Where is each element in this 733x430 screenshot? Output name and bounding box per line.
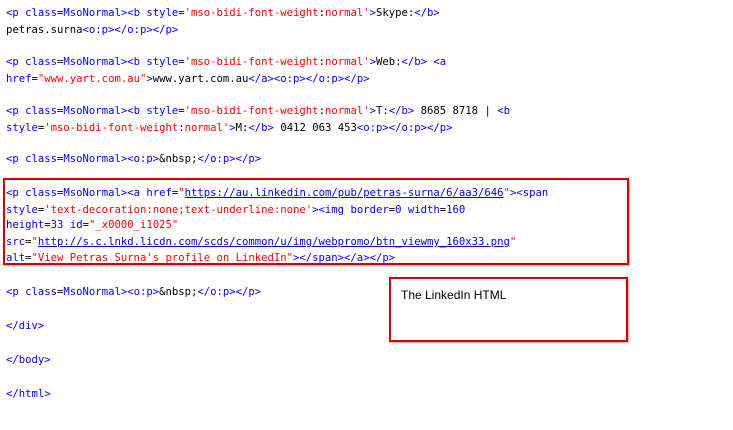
code-token: "www.yart.com.au" — [37, 73, 147, 85]
code-line: </html> — [6, 387, 51, 401]
code-token: M: — [235, 122, 249, 134]
code-token: style — [146, 105, 179, 117]
code-token: </o:p></p> — [197, 286, 262, 298]
code-line: <p class=MsoNormal><o:p>&nbsp;</o:p></p> — [6, 152, 261, 166]
code-token: MsoNormal — [63, 7, 121, 19]
code-line: href="www.yart.com.au">www.yart.com.au</… — [6, 72, 370, 86]
code-token: <b — [497, 105, 510, 117]
code-token: 'mso-bidi-font-weight — [44, 122, 179, 134]
code-token: normal' — [324, 7, 370, 19]
code-token: ><b — [120, 56, 147, 68]
code-token: style — [146, 7, 179, 19]
code-token: www.yart.com.au — [152, 73, 249, 85]
code-token: class — [25, 7, 58, 19]
code-token: <o:p></o:p></p> — [82, 24, 179, 36]
code-token: class — [25, 286, 58, 298]
code-token: petras.surna — [6, 24, 83, 36]
code-token: Web: — [376, 56, 402, 68]
code-token: </a><o:p></o:p></p> — [248, 73, 370, 85]
code-token: <p — [6, 105, 26, 117]
linkedin-highlight-box — [3, 178, 629, 265]
code-line: </body> — [6, 353, 51, 367]
code-token: ><b — [120, 105, 147, 117]
code-token: class — [25, 105, 58, 117]
code-line: <p class=MsoNormal><b style='mso-bidi-fo… — [6, 55, 446, 69]
code-token: </b> — [248, 122, 274, 134]
code-line: petras.surna<o:p></o:p></p> — [6, 23, 178, 37]
code-line: <p class=MsoNormal><b style='mso-bidi-fo… — [6, 6, 440, 20]
code-token: MsoNormal — [63, 56, 121, 68]
code-token: style — [146, 56, 179, 68]
code-token: MsoNormal — [63, 153, 121, 165]
code-line: <p class=MsoNormal><o:p>&nbsp;</o:p></p> — [6, 285, 261, 299]
code-token: <p — [6, 7, 26, 19]
code-token: 'mso-bidi-font-weight — [184, 105, 319, 117]
code-token: class — [25, 153, 58, 165]
code-token: normal' — [184, 122, 230, 134]
code-line: <p class=MsoNormal><b style='mso-bidi-fo… — [6, 104, 510, 118]
code-token: 8685 8718 | — [414, 105, 498, 117]
code-line: style='mso-bidi-font-weight:normal'>M:</… — [6, 121, 453, 135]
code-token: MsoNormal — [63, 105, 121, 117]
code-token: <p — [6, 56, 26, 68]
code-token: &nbsp; — [159, 286, 198, 298]
code-token: 'mso-bidi-font-weight — [184, 7, 319, 19]
code-token: ><o:p> — [120, 286, 160, 298]
code-token: </o:p></p> — [197, 153, 262, 165]
code-token: class — [25, 56, 58, 68]
code-token: <o:p></o:p></p> — [356, 122, 453, 134]
code-token: <p — [6, 153, 26, 165]
code-token: </b> — [414, 7, 440, 19]
code-line: </div> — [6, 319, 44, 333]
code-token: <p — [6, 286, 26, 298]
annotation-text: The LinkedIn HTML — [401, 288, 507, 302]
code-token: normal' — [324, 56, 370, 68]
code-token: Skype: — [376, 7, 415, 19]
code-token: MsoNormal — [63, 286, 121, 298]
code-token: T: — [376, 105, 389, 117]
code-token: </b> <a — [401, 56, 447, 68]
code-token: </div> — [6, 320, 45, 332]
code-token: ><o:p> — [120, 153, 160, 165]
code-token: 0412 063 453 — [273, 122, 357, 134]
code-token: normal' — [324, 105, 370, 117]
code-token: </body> — [6, 354, 51, 366]
code-token: 'mso-bidi-font-weight — [184, 56, 319, 68]
code-token: style — [6, 122, 38, 134]
code-token: </html> — [6, 388, 51, 400]
code-token: </b> — [388, 105, 415, 117]
code-token: href — [6, 73, 32, 85]
code-token: &nbsp; — [159, 153, 198, 165]
annotation-callout: The LinkedIn HTML — [389, 277, 628, 342]
code-token: ><b — [120, 7, 147, 19]
